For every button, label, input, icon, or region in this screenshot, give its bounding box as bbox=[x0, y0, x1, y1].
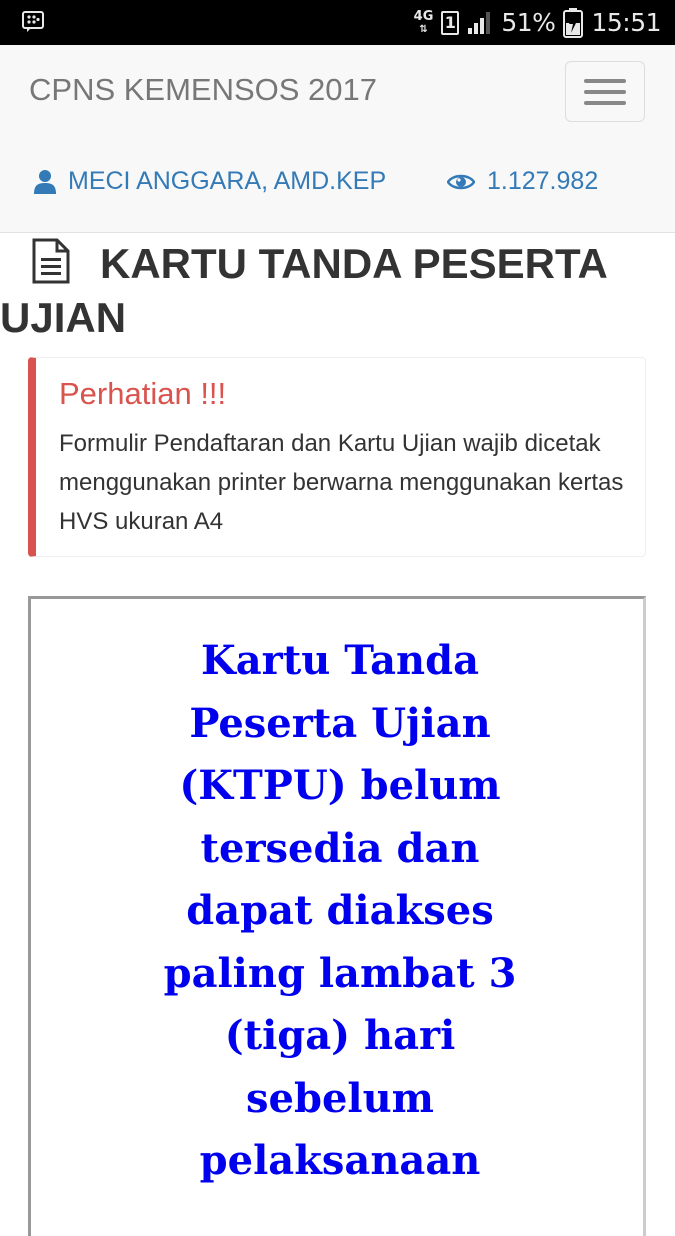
view-counter: 1.127.982 bbox=[447, 167, 598, 196]
hamburger-menu-button[interactable] bbox=[565, 61, 645, 122]
signal-icon bbox=[468, 11, 491, 34]
user-profile-link[interactable]: MECI ANGGARA, AMD.KEP bbox=[34, 167, 386, 196]
ktpu-notice-text: Kartu Tanda Peserta Ujian (KTPU) belum t… bbox=[163, 637, 517, 1184]
bbm-notification-icon bbox=[22, 11, 44, 37]
page-title: KARTU TANDA PESERTA UJIAN bbox=[0, 238, 660, 342]
sim-icon: 1 bbox=[441, 10, 460, 35]
page-title-text: KARTU TANDA PESERTA UJIAN bbox=[0, 240, 607, 341]
callout-message: Formulir Pendaftaran dan Kartu Ujian waj… bbox=[59, 430, 624, 535]
callout-title: Perhatian !!! bbox=[59, 376, 227, 411]
battery-charging-icon bbox=[563, 7, 584, 38]
view-count: 1.127.982 bbox=[487, 167, 599, 195]
user-icon bbox=[34, 169, 56, 194]
document-icon bbox=[32, 238, 70, 294]
user-name: MECI ANGGARA, AMD.KEP bbox=[68, 167, 387, 195]
navbar: CPNS KEMENSOS 2017 MECI ANGGARA, AMD.KEP… bbox=[0, 45, 675, 233]
battery-percent: 51% bbox=[501, 8, 556, 37]
clock: 15:51 bbox=[591, 8, 661, 37]
status-bar: 4G ⇅ 1 51% 15:51 bbox=[0, 0, 675, 45]
network-label: 4G bbox=[413, 8, 434, 24]
eye-icon bbox=[447, 174, 475, 189]
warning-callout: Perhatian !!! Formulir Pendaftaran dan K… bbox=[28, 357, 646, 557]
hamburger-menu-icon bbox=[584, 78, 626, 83]
network-4g-icon: 4G ⇅ bbox=[413, 8, 434, 35]
brand-link[interactable]: CPNS KEMENSOS 2017 bbox=[29, 72, 377, 108]
